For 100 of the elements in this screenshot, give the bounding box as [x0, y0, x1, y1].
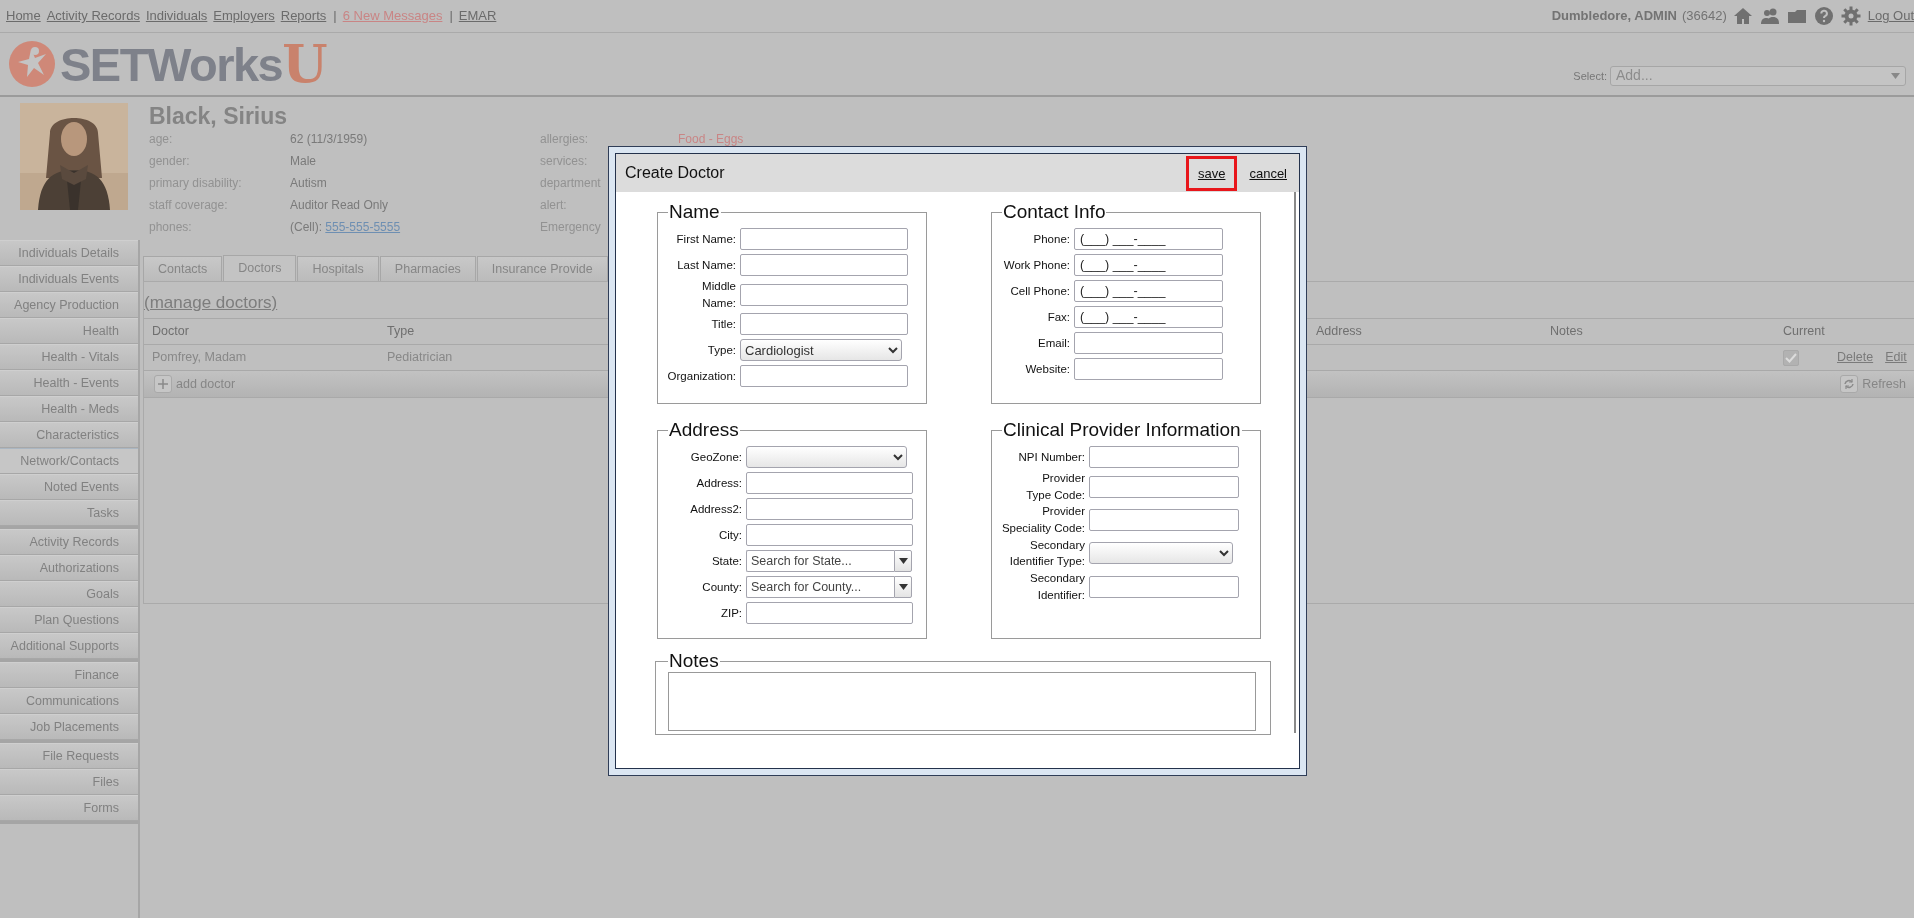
- sidebar-item[interactable]: Plan Questions: [0, 607, 138, 633]
- field-label: Type:: [706, 342, 736, 358]
- dialog-title: Create Doctor: [625, 163, 725, 183]
- sidebar-item[interactable]: Individuals Events: [0, 266, 138, 292]
- home-icon[interactable]: [1732, 6, 1753, 26]
- dropdown-button[interactable]: [894, 549, 912, 572]
- input-field[interactable]: [740, 365, 908, 388]
- column-header: Address: [1308, 318, 1542, 344]
- caret-icon: [898, 557, 908, 564]
- search-field[interactable]: Search for County...: [746, 575, 894, 598]
- nav-link[interactable]: Reports: [280, 6, 327, 26]
- nav-link[interactable]: Employers: [213, 6, 275, 26]
- input-field[interactable]: [1089, 445, 1239, 468]
- save-link[interactable]: save: [1185, 155, 1238, 191]
- field-label: City:: [718, 527, 742, 543]
- field-label: Work Phone:: [1002, 257, 1070, 273]
- field-label: NPI Number:: [1017, 449, 1085, 465]
- sidebar-item[interactable]: Noted Events: [0, 474, 138, 500]
- phone-field[interactable]: (___) ___-____: [1074, 279, 1223, 302]
- sidebar-item[interactable]: Health: [0, 318, 138, 344]
- input-field[interactable]: [746, 523, 913, 546]
- sidebar-item[interactable]: Network/Contacts: [0, 448, 138, 474]
- field-label: GeoZone:: [689, 449, 742, 465]
- sidebar-item[interactable]: Health - Events: [0, 370, 138, 396]
- sidebar-item[interactable]: Health - Vitals: [0, 344, 138, 370]
- logo-icon: [8, 40, 56, 88]
- search-field[interactable]: Search for State...: [746, 549, 894, 572]
- nav-separator: |: [333, 7, 337, 26]
- tab[interactable]: Doctors: [223, 255, 297, 281]
- input-field[interactable]: [1089, 508, 1239, 531]
- input-field[interactable]: [746, 601, 913, 624]
- select-field[interactable]: [1089, 542, 1233, 565]
- sidebar-item[interactable]: Files: [0, 769, 138, 795]
- field-label: State:: [710, 553, 742, 569]
- sidebar-item[interactable]: Characteristics: [0, 422, 138, 448]
- sidebar-item[interactable]: Agency Production: [0, 292, 138, 318]
- input-field[interactable]: [1089, 475, 1239, 498]
- section-title: Address: [668, 420, 740, 441]
- field-label: Last Name:: [676, 257, 736, 273]
- row-action-link[interactable]: Delete: [1837, 349, 1874, 364]
- input-field[interactable]: [746, 471, 913, 494]
- users-icon[interactable]: [1759, 6, 1780, 26]
- field-label: Middle Name:: [701, 278, 736, 311]
- column-header: Current: [1775, 318, 1829, 344]
- nav-link[interactable]: Individuals: [145, 6, 208, 26]
- messages-link[interactable]: 6 New Messages: [342, 6, 443, 26]
- input-field[interactable]: [746, 497, 913, 520]
- tab[interactable]: Hospitals: [297, 256, 379, 281]
- tab[interactable]: Contacts: [143, 256, 223, 281]
- select-field[interactable]: Cardiologist: [740, 339, 902, 362]
- nav-link[interactable]: Home: [6, 6, 41, 26]
- sidebar-item[interactable]: Communications: [0, 688, 138, 714]
- sidebar-item[interactable]: Additional Supports: [0, 633, 138, 659]
- section-title: Clinical Provider Information: [1002, 420, 1242, 441]
- phone-field[interactable]: (___) ___-____: [1074, 227, 1223, 250]
- manage-doctors-link[interactable]: (manage doctors): [144, 290, 278, 316]
- help-icon[interactable]: [1813, 6, 1834, 26]
- sidebar-item[interactable]: Job Placements: [0, 714, 138, 740]
- phone-link[interactable]: 555-555-5555: [325, 220, 401, 234]
- input-field[interactable]: [740, 227, 908, 250]
- caret-icon: [898, 583, 908, 590]
- row-action-link[interactable]: Edit: [1885, 349, 1907, 364]
- nav-link[interactable]: EMAR: [458, 6, 497, 26]
- sidebar-item[interactable]: Goals: [0, 581, 138, 607]
- user-name: Dumbledore, ADMIN: [1551, 7, 1677, 26]
- sidebar-item[interactable]: Health - Meds: [0, 396, 138, 422]
- detail-value: Male: [290, 153, 316, 170]
- input-field[interactable]: [740, 283, 908, 306]
- phone-field[interactable]: (___) ___-____: [1074, 253, 1223, 276]
- nav-separator: |: [449, 7, 453, 26]
- sidebar-item[interactable]: Forms: [0, 795, 138, 821]
- phone-field[interactable]: (___) ___-____: [1074, 305, 1223, 328]
- input-field[interactable]: [1074, 357, 1223, 380]
- sidebar-item[interactable]: Activity Records: [0, 529, 138, 555]
- caret-icon: [1891, 72, 1900, 79]
- sidebar-item[interactable]: File Requests: [0, 743, 138, 769]
- field-label: Provider Speciality Code:: [1000, 504, 1085, 536]
- settings-icon[interactable]: [1840, 6, 1861, 26]
- input-field[interactable]: [740, 253, 908, 276]
- section-title: Name: [668, 202, 721, 223]
- sidebar-item[interactable]: Tasks: [0, 500, 138, 526]
- input-field[interactable]: [740, 313, 908, 336]
- sidebar-item[interactable]: Finance: [0, 662, 138, 688]
- add-select[interactable]: Add...: [1610, 65, 1906, 86]
- notes-field[interactable]: [668, 671, 1256, 731]
- sidebar-item[interactable]: Individuals Details: [0, 240, 138, 266]
- sidebar-item[interactable]: Authorizations: [0, 555, 138, 581]
- cancel-link[interactable]: cancel: [1237, 155, 1299, 191]
- detail-value: Food - Eggs: [678, 131, 744, 148]
- select-field[interactable]: [746, 445, 907, 468]
- field-label: Secondary Identifier Type:: [1008, 537, 1085, 570]
- tab[interactable]: Insurance Provide: [476, 256, 608, 281]
- dropdown-button[interactable]: [894, 575, 912, 598]
- input-field[interactable]: [1074, 331, 1223, 354]
- input-field[interactable]: [1089, 575, 1239, 598]
- field-label: Phone:: [1032, 231, 1070, 247]
- logout-link[interactable]: Log Out: [1867, 6, 1914, 26]
- field-label: Organization:: [666, 368, 736, 384]
- tab[interactable]: Pharmacies: [379, 256, 476, 281]
- nav-link[interactable]: Activity Records: [46, 6, 140, 26]
